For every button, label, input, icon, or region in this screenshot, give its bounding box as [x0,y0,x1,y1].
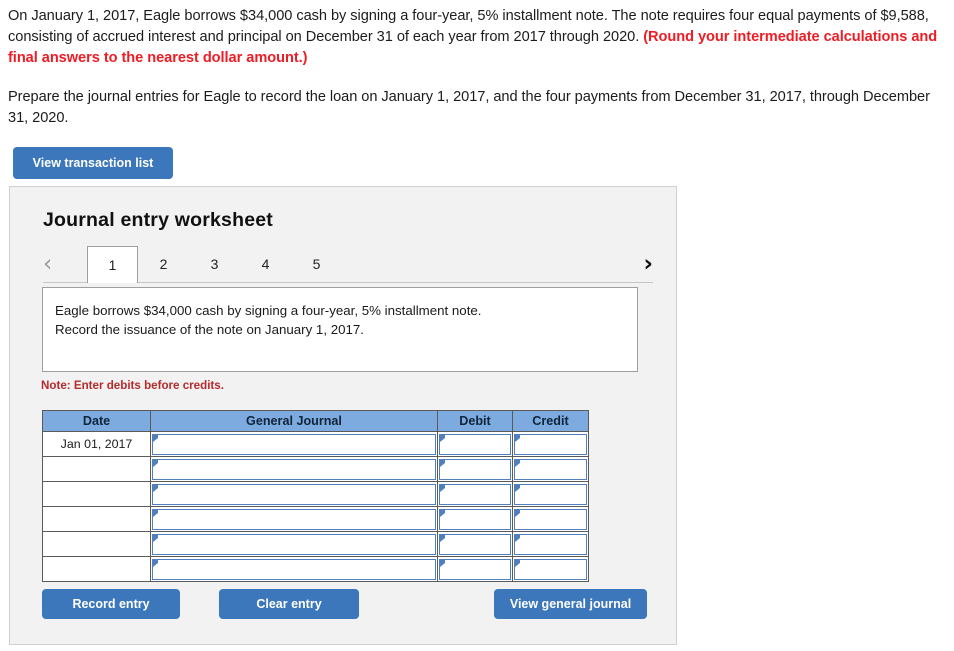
cell-date[interactable] [42,531,151,557]
cell-debit [437,481,513,507]
table-row [42,481,589,507]
input-credit[interactable] [514,483,587,505]
input-credit[interactable] [514,433,587,455]
cell-date[interactable] [42,506,151,532]
cell-general-journal [150,481,438,507]
column-header-date: Date [42,410,151,432]
transaction-description-line-2: Record the issuance of the note on Janua… [55,322,364,337]
input-credit[interactable] [514,458,587,480]
table-header-row: Date General Journal Debit Credit [42,410,589,432]
cell-general-journal [150,431,438,457]
tab-3[interactable]: 3 [189,246,240,282]
column-header-debit: Debit [437,410,513,432]
input-debit[interactable] [439,483,511,505]
question-block: On January 1, 2017, Eagle borrows $34,00… [8,6,948,147]
input-general-journal[interactable] [152,483,436,505]
journal-entry-table-body: Jan 01, 2017 [42,431,589,582]
tab-1[interactable]: 1 [87,246,138,283]
cell-general-journal [150,456,438,482]
worksheet-tab-strip: ‹ › 1 2 3 4 5 [43,246,653,283]
table-row: Jan 01, 2017 [42,431,589,457]
table-row [42,456,589,482]
transaction-description-box: Eagle borrows $34,000 cash by signing a … [42,287,638,372]
cell-general-journal [150,506,438,532]
input-debit[interactable] [439,458,511,480]
tab-5[interactable]: 5 [291,246,342,282]
view-transaction-list-button[interactable]: View transaction list [13,147,173,179]
cell-debit [437,556,513,582]
transaction-description-inner: Eagle borrows $34,000 cash by signing a … [43,288,637,339]
question-paragraph-1: On January 1, 2017, Eagle borrows $34,00… [8,6,948,69]
record-entry-button[interactable]: Record entry [42,589,180,619]
input-general-journal[interactable] [152,508,436,530]
worksheet-title: Journal entry worksheet [43,209,274,231]
chevron-left-icon[interactable]: ‹ [43,249,52,279]
cell-debit [437,456,513,482]
cell-date[interactable] [42,556,151,582]
input-general-journal[interactable] [152,558,436,580]
input-credit[interactable] [514,558,587,580]
debits-before-credits-note: Note: Enter debits before credits. [41,379,224,392]
input-debit[interactable] [439,508,511,530]
cell-date[interactable]: Jan 01, 2017 [42,431,151,457]
tab-4[interactable]: 4 [240,246,291,282]
cell-credit [512,431,589,457]
cell-debit [437,506,513,532]
table-row [42,506,589,532]
input-credit[interactable] [514,508,587,530]
cell-credit [512,531,589,557]
clear-entry-button[interactable]: Clear entry [219,589,359,619]
column-header-credit: Credit [512,410,589,432]
view-general-journal-button[interactable]: View general journal [494,589,647,619]
input-debit[interactable] [439,558,511,580]
cell-date[interactable] [42,456,151,482]
table-row [42,531,589,557]
chevron-right-icon[interactable]: › [644,249,653,279]
tab-2[interactable]: 2 [138,246,189,282]
transaction-description-line-1: Eagle borrows $34,000 cash by signing a … [55,303,482,318]
input-general-journal[interactable] [152,533,436,555]
cell-general-journal [150,531,438,557]
cell-debit [437,431,513,457]
input-credit[interactable] [514,533,587,555]
table-row [42,556,589,582]
input-debit[interactable] [439,433,511,455]
column-header-general-journal: General Journal [150,410,438,432]
cell-debit [437,531,513,557]
cell-credit [512,556,589,582]
question-paragraph-2: Prepare the journal entries for Eagle to… [8,89,930,126]
input-general-journal[interactable] [152,458,436,480]
cell-credit [512,481,589,507]
cell-credit [512,506,589,532]
input-debit[interactable] [439,533,511,555]
journal-entry-table: Date General Journal Debit Credit Jan 01… [42,410,589,582]
input-general-journal[interactable] [152,433,436,455]
cell-general-journal [150,556,438,582]
cell-date[interactable] [42,481,151,507]
cell-credit [512,456,589,482]
